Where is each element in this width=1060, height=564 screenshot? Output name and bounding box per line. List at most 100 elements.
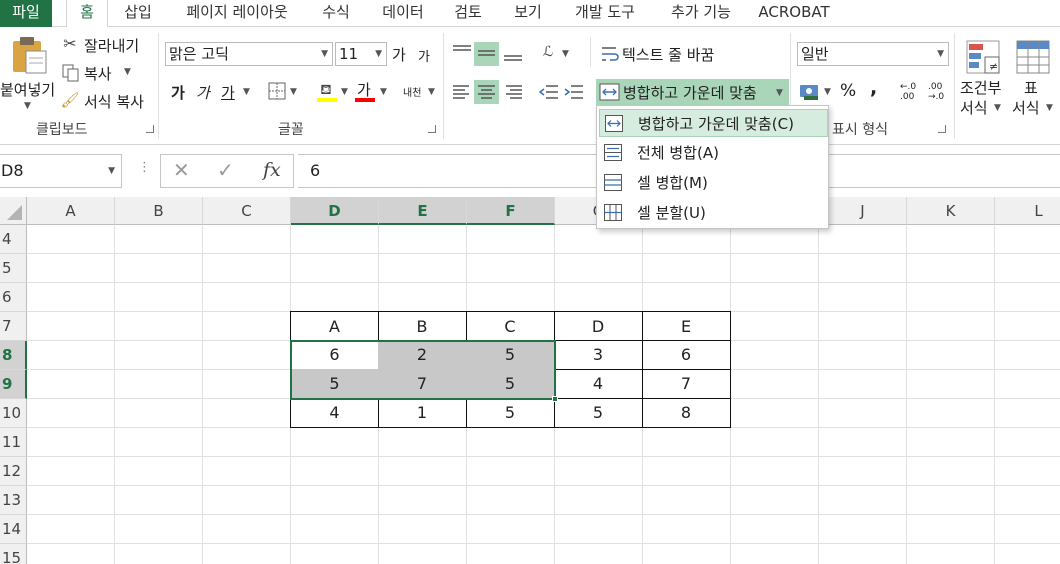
format-as-table-button[interactable]: 표 서식 ▼ [1010,37,1060,117]
cell-e10[interactable]: 1 [378,398,467,428]
align-left-icon[interactable] [451,82,473,102]
row-header-12[interactable]: 12 [0,457,27,486]
tab-developer[interactable]: 개발 도구 [564,0,646,27]
cell-d7[interactable]: A [290,311,379,341]
dialog-launcher-icon[interactable] [938,125,946,133]
chevron-down-icon[interactable]: ▼ [341,87,348,97]
cell-g10[interactable]: 5 [554,398,643,428]
chevron-down-icon[interactable]: ▼ [124,67,131,77]
increase-indent-icon[interactable] [563,82,585,102]
font-size-combo[interactable]: 11 ▼ [335,42,387,66]
font-name-combo[interactable]: 맑은 고딕 ▼ [165,42,333,66]
cell-d8[interactable]: 6 [290,340,379,370]
column-header-f[interactable]: F [467,197,555,225]
cell-e7[interactable]: B [378,311,467,341]
align-top-icon[interactable] [451,43,473,63]
row-header-5[interactable]: 5 [0,254,27,283]
cell-d10[interactable]: 4 [290,398,379,428]
enter-icon[interactable]: ✓ [217,158,234,182]
grow-font-button[interactable]: 가 [392,44,406,65]
name-box[interactable]: D8 ▼ [0,154,122,188]
font-color-button[interactable]: 가 [354,79,376,103]
accounting-format-icon[interactable] [799,82,821,102]
decrease-indent-icon[interactable] [538,82,560,102]
chevron-down-icon[interactable]: ▼ [380,87,387,97]
column-header-c[interactable]: C [203,197,291,225]
row-header-13[interactable]: 13 [0,486,27,515]
paste-button[interactable]: 붙여넣기 ▼ [0,31,56,115]
cell-e8[interactable]: 2 [378,340,467,370]
underline-button[interactable]: 가 [221,82,235,103]
formula-bar-grip-icon[interactable]: ⋮ [138,160,151,175]
wrap-text-button[interactable]: 텍스트 줄 바꿈 [598,42,778,66]
chevron-down-icon[interactable]: ▼ [243,87,250,97]
row-header-15[interactable]: 15 [0,544,27,564]
column-header-d[interactable]: D [291,197,379,225]
borders-icon[interactable] [268,82,286,100]
chevron-down-icon[interactable]: ▼ [290,87,297,97]
cut-button[interactable]: ✂ 잘라내기 [60,33,154,57]
row-header-9[interactable]: 9 [0,370,27,399]
tab-formulas[interactable]: 수식 [312,0,360,27]
cell-e9[interactable]: 7 [378,369,467,399]
column-header-k[interactable]: K [907,197,995,225]
cell-g8[interactable]: 3 [554,340,643,370]
fill-handle[interactable] [552,396,558,402]
row-header-14[interactable]: 14 [0,515,27,544]
fill-color-button[interactable]: ⛾ [316,79,338,103]
italic-button[interactable]: 가 [196,82,210,103]
cell-f9[interactable]: 5 [466,369,555,399]
cell-g7[interactable]: D [554,311,643,341]
shrink-font-button[interactable]: 가 [418,46,430,65]
cell-h9[interactable]: 7 [642,369,731,399]
menu-item-merge-cells[interactable]: 셀 병합(M) [599,169,828,197]
column-header-e[interactable]: E [379,197,467,225]
row-header-7[interactable]: 7 [0,312,27,341]
cell-f7[interactable]: C [466,311,555,341]
orientation-icon[interactable]: ℒ [537,41,559,63]
row-header-11[interactable]: 11 [0,428,27,457]
menu-item-merge-across[interactable]: 전체 병합(A) [599,139,828,167]
chevron-down-icon[interactable]: ▼ [428,87,435,97]
cell-h10[interactable]: 8 [642,398,731,428]
column-header-j[interactable]: J [819,197,907,225]
tab-review[interactable]: 검토 [444,0,492,27]
tab-data[interactable]: 데이터 [372,0,434,27]
column-header-b[interactable]: B [115,197,203,225]
align-bottom-icon[interactable] [502,43,524,63]
row-header-8[interactable]: 8 [0,341,27,370]
column-header-l[interactable]: L [995,197,1060,225]
tab-page-layout[interactable]: 페이지 레이아웃 [176,0,298,27]
format-painter-button[interactable]: 🖌 서식 복사 [60,89,154,113]
cell-f10[interactable]: 5 [466,398,555,428]
increase-decimal-button[interactable]: ←.0 .00 [900,82,920,102]
conditional-formatting-button[interactable]: ≠ 조건부 서식 ▼ [958,37,1008,117]
phonetic-button[interactable]: 내천 [403,84,421,99]
cell-h8[interactable]: 6 [642,340,731,370]
copy-button[interactable]: 복사 ▼ [60,61,154,85]
select-all-button[interactable] [0,197,27,225]
tab-file[interactable]: 파일 [0,0,52,27]
tab-addins[interactable]: 추가 기능 [658,0,744,27]
comma-style-button[interactable]: , [870,77,877,99]
cell-f8[interactable]: 5 [466,340,555,370]
decrease-decimal-button[interactable]: .00 →.0 [928,82,948,102]
cell-h7[interactable]: E [642,311,731,341]
percent-style-button[interactable]: % [840,81,856,101]
dialog-launcher-icon[interactable] [146,125,154,133]
row-header-6[interactable]: 6 [0,283,27,312]
row-header-10[interactable]: 10 [0,399,27,428]
tab-acrobat[interactable]: ACROBAT [752,0,836,27]
align-center-button[interactable] [474,80,499,104]
menu-item-unmerge-cells[interactable]: 셀 분할(U) [599,199,828,227]
bold-button[interactable]: 가 [171,82,185,103]
align-right-icon[interactable] [502,82,524,102]
chevron-down-icon[interactable]: ▼ [824,87,831,97]
insert-function-button[interactable]: fx [263,159,281,181]
tab-view[interactable]: 보기 [504,0,552,27]
merge-center-button[interactable]: 병합하고 가운데 맞춤 ▼ [596,79,789,105]
chevron-down-icon[interactable]: ▼ [562,49,569,59]
number-format-combo[interactable]: 일반 ▼ [797,42,949,66]
align-middle-button[interactable] [474,42,499,66]
menu-item-merge-center[interactable]: 병합하고 가운데 맞춤(C) [599,109,828,137]
